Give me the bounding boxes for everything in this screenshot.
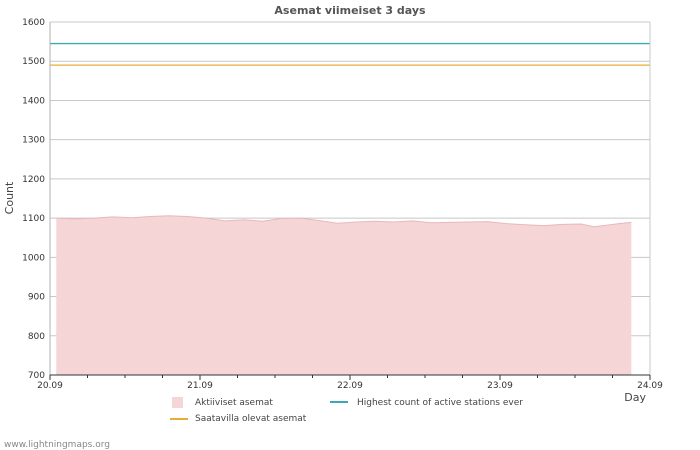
y-tick-label: 1000 — [22, 253, 45, 263]
legend-swatch-area — [172, 397, 183, 408]
y-tick-label: 1400 — [22, 96, 45, 106]
plot-area — [50, 42, 650, 375]
legend: Aktiiviset asemat Highest count of active… — [170, 397, 523, 424]
series-area-active-stations — [56, 215, 632, 375]
x-tick-label: 23.09 — [487, 381, 513, 391]
chart-title: Asemat viimeiset 3 days — [274, 4, 426, 17]
x-axis-label: Day — [624, 391, 646, 404]
y-tick-label: 1600 — [22, 18, 45, 28]
legend-label: Aktiiviset asemat — [195, 398, 273, 408]
x-tick-label: 21.09 — [187, 381, 213, 391]
legend-label: Saatavilla olevat asemat — [195, 414, 307, 424]
y-tick-label: 1100 — [22, 214, 45, 224]
x-tick-label: 22.09 — [337, 381, 363, 391]
y-tick-label: 900 — [28, 293, 45, 303]
y-tick-label: 1500 — [22, 57, 45, 67]
y-tick-label: 800 — [28, 332, 45, 342]
y-axis: 700 800 900 1000 1100 1200 1300 1400 1500 1600 — [22, 18, 45, 381]
footer-credit: www.lightningmaps.org — [4, 440, 110, 450]
y-tick-label: 700 — [28, 371, 45, 381]
x-tick-label: 20.09 — [37, 381, 63, 391]
x-axis: 20.09 21.09 22.09 23.09 24.09 — [37, 375, 663, 391]
chart: Asemat viimeiset 3 days 700 800 900 1000 110… — [3, 4, 663, 450]
x-tick-label: 24.09 — [637, 381, 663, 391]
y-tick-label: 1300 — [22, 136, 45, 146]
legend-label: Highest count of active stations ever — [357, 398, 523, 408]
y-axis-label: Count — [3, 181, 16, 214]
y-tick-label: 1200 — [22, 175, 45, 185]
